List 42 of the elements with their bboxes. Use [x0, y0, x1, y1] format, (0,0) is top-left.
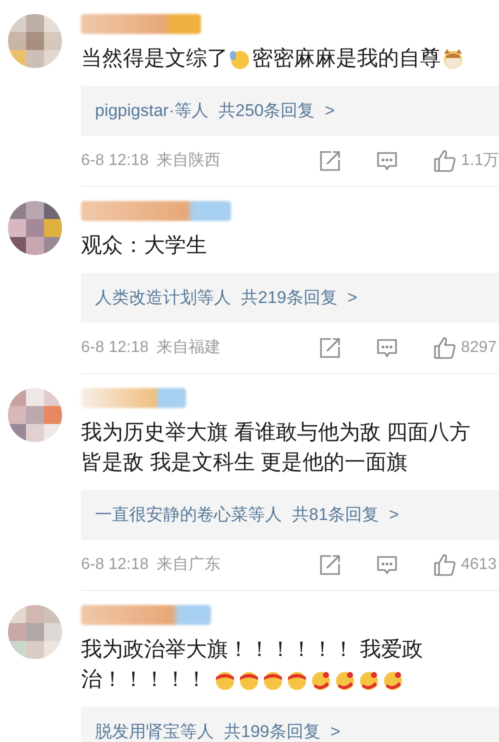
thumbs-up-icon[interactable]	[433, 553, 457, 577]
like-count: 8297	[461, 338, 498, 358]
comment-text: 我为历史举大旗 看谁敢与他为敌 四面八方	[81, 420, 471, 446]
emoji-icon	[262, 669, 284, 691]
comment-icon[interactable]	[376, 150, 398, 172]
timestamp: 6-8 12:18	[81, 555, 149, 575]
replies-link[interactable]: pigpigstar·等人 共250条回复 >	[81, 86, 499, 136]
thumbs-up-icon[interactable]	[433, 336, 457, 360]
emoji-icon	[442, 48, 464, 70]
timestamp: 6-8 12:18	[81, 338, 149, 358]
comment-text: 观众：大学生	[81, 233, 207, 259]
comment-icon[interactable]	[376, 554, 398, 576]
location: 来自陕西	[156, 150, 221, 171]
location: 来自福建	[156, 338, 221, 358]
comment-text: 密密麻麻是我的自尊	[252, 46, 441, 72]
share-icon[interactable]	[319, 337, 341, 359]
emoji-icon	[229, 48, 251, 70]
like-count: 4613	[461, 555, 498, 575]
replies-link[interactable]: 脱发用肾宝等人 共199条回复 >	[81, 707, 499, 742]
emoji-icon	[286, 669, 308, 691]
emoji-icon	[382, 669, 404, 691]
replies-link[interactable]: 一直很安静的卷心菜等人 共81条回复 >	[81, 490, 499, 540]
emoji-icon	[238, 669, 260, 691]
comment-text: 当然得是文综了	[81, 46, 228, 72]
comment-icon[interactable]	[376, 337, 398, 359]
avatar[interactable]	[8, 14, 62, 68]
share-icon[interactable]	[319, 554, 341, 576]
emoji-icon	[310, 669, 332, 691]
comment-text: 我为政治举大旗！！！！！！ 我爱政	[81, 637, 423, 663]
share-icon[interactable]	[319, 150, 341, 172]
comment-text: 治！！！！！	[81, 667, 208, 693]
avatar[interactable]	[8, 388, 62, 442]
emoji-icon	[214, 669, 236, 691]
timestamp: 6-8 12:18	[81, 151, 149, 171]
thumbs-up-icon[interactable]	[433, 149, 457, 173]
emoji-icon	[334, 669, 356, 691]
avatar[interactable]	[8, 201, 62, 255]
location: 来自广东	[156, 554, 221, 575]
replies-link[interactable]: 人类改造计划等人 共219条回复 >	[81, 273, 499, 323]
emoji-icon	[358, 669, 380, 691]
like-count: 1.1万	[461, 151, 499, 171]
comment-text: 皆是敌 我是文科生 更是他的一面旗	[81, 450, 408, 476]
